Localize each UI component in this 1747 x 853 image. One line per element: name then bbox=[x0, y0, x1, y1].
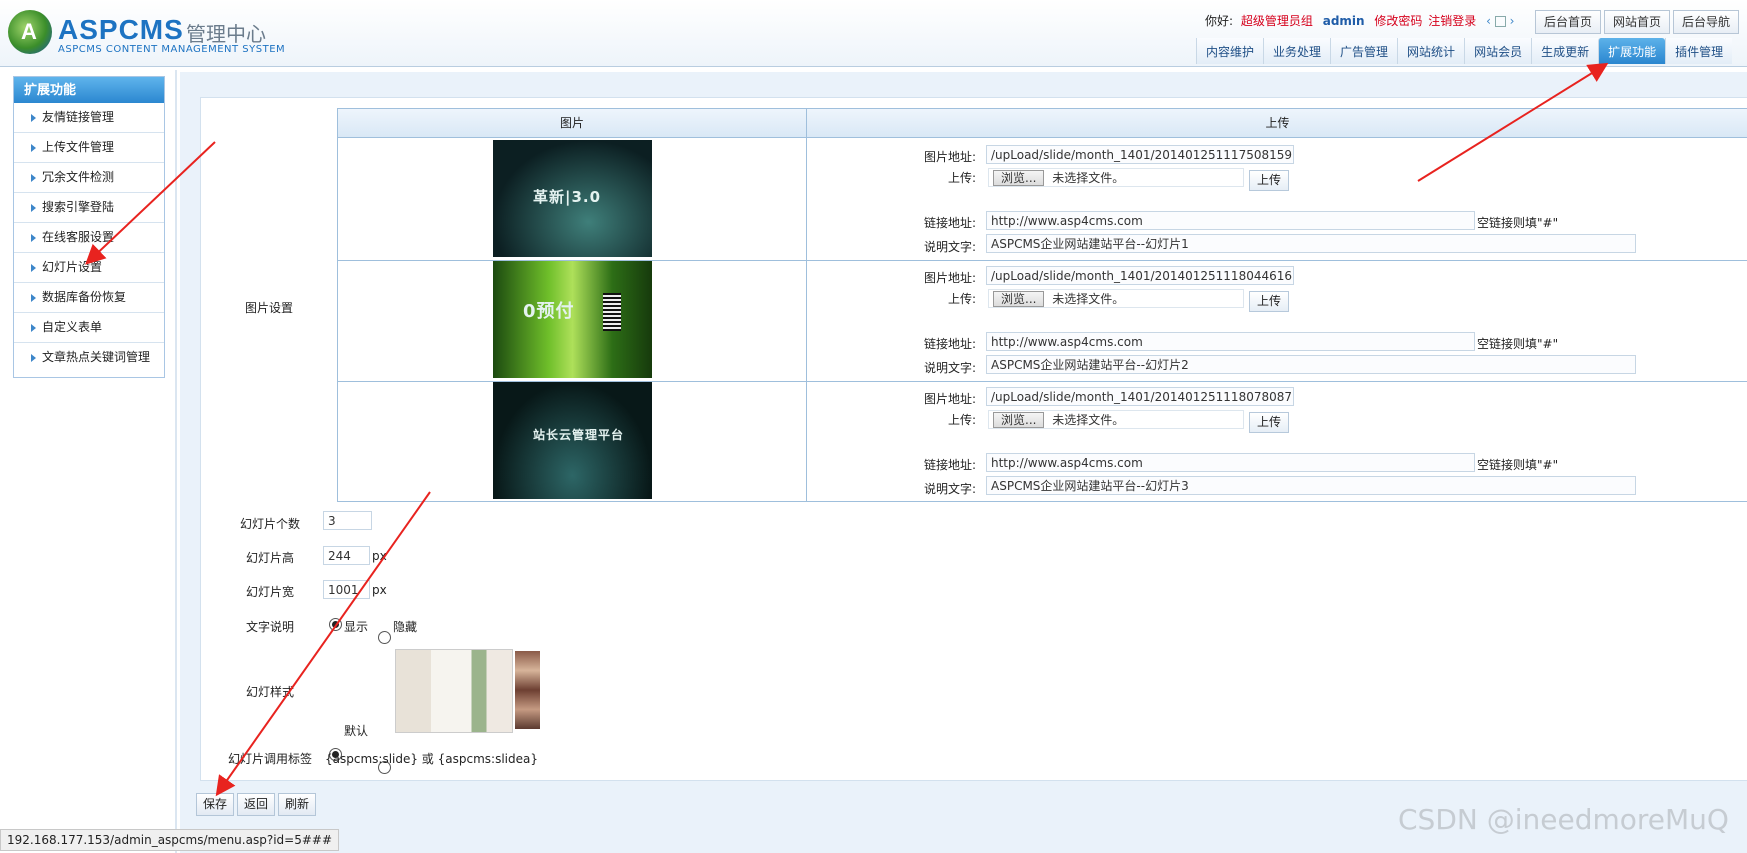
arrow-to-save-button bbox=[215, 491, 431, 797]
arrow-to-slides-menu bbox=[85, 141, 216, 265]
arrow-to-extensions-tab bbox=[1417, 62, 1609, 182]
annotation-arrows bbox=[85, 62, 1609, 797]
